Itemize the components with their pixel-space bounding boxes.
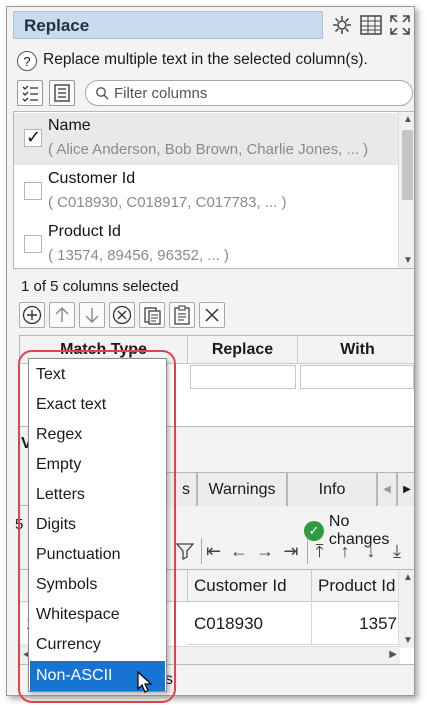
tab-warnings[interactable]: Warnings [197, 472, 287, 506]
tab-warnings-label: Warnings [208, 480, 276, 498]
header-replace[interactable]: Replace [188, 336, 298, 364]
column-item-customer-id[interactable]: Customer Id ( C018930, C018917, C017783,… [14, 166, 398, 218]
scroll-right-icon[interactable]: ▶ [389, 649, 397, 660]
move-up-icon[interactable] [49, 302, 75, 328]
match-type-option[interactable]: Exact text [30, 390, 165, 420]
scroll-up-icon[interactable]: ▲ [403, 572, 413, 583]
remove-icon[interactable] [109, 302, 135, 328]
rules-toolbar [19, 302, 225, 330]
column-sample-values: ( 13574, 89456, 96352, ... ) [48, 247, 229, 264]
row-up-icon[interactable]: ↑ [333, 538, 357, 564]
match-type-option[interactable]: Digits [30, 510, 165, 540]
description-text: Replace multiple text in the selected co… [43, 51, 368, 68]
preview-header-product-id[interactable]: Product Id [312, 570, 400, 602]
copy-icon[interactable] [139, 302, 165, 328]
column-name-label: Customer Id [48, 170, 136, 187]
panel-title: Replace [24, 16, 90, 35]
with-text-cell[interactable] [300, 365, 414, 389]
scroll-down-icon[interactable]: ▼ [403, 255, 413, 266]
match-type-dropdown-list: Text Exact text Regex Empty Letters Digi… [28, 358, 167, 692]
search-icon [96, 87, 109, 100]
match-type-option[interactable]: Currency [30, 630, 165, 660]
column-list: Name ( Alice Anderson, Bob Brown, Charli… [13, 111, 414, 271]
scrollbar-thumb[interactable] [402, 130, 413, 200]
selection-status: 1 of 5 columns selected [21, 278, 179, 295]
next-change-icon[interactable]: → [253, 538, 277, 564]
column-checkbox[interactable] [24, 182, 42, 200]
column-sample-values: ( C018930, C018917, C017783, ... ) [48, 194, 287, 211]
help-icon[interactable]: ? [17, 51, 37, 71]
match-type-option[interactable]: Regex [30, 420, 165, 450]
match-type-option[interactable]: Text [30, 360, 165, 390]
scroll-up-icon[interactable]: ▲ [403, 114, 413, 125]
previous-change-icon[interactable]: ← [227, 538, 251, 564]
preview-cell-product-id: 1357 [312, 603, 400, 645]
replace-text-cell[interactable] [190, 365, 296, 389]
column-checkbox[interactable] [24, 127, 42, 148]
preview-vertical-scrollbar[interactable]: ▲ ▼ [398, 570, 414, 648]
last-change-icon[interactable]: ⇥ [279, 538, 303, 564]
filter-funnel-icon[interactable] [173, 538, 197, 564]
header-with[interactable]: With [298, 336, 414, 364]
column-list-scrollbar[interactable]: ▲ ▼ [398, 112, 414, 268]
match-type-option[interactable]: Empty [30, 450, 165, 480]
column-item-name[interactable]: Name ( Alice Anderson, Bob Brown, Charli… [14, 113, 398, 165]
match-type-option[interactable]: Symbols [30, 570, 165, 600]
tab-info-label: Info [318, 480, 346, 498]
filter-columns-input[interactable] [112, 83, 402, 103]
column-sample-values: ( Alice Anderson, Bob Brown, Charlie Jon… [48, 141, 369, 158]
column-item-product-id[interactable]: Product Id ( 13574, 89456, 96352, ... ) [14, 219, 398, 271]
column-name-label: Name [48, 117, 91, 134]
settings-gear-icon[interactable] [329, 12, 355, 38]
add-icon[interactable] [19, 302, 45, 328]
expand-icon[interactable] [387, 12, 413, 38]
table-view-icon[interactable] [358, 12, 384, 38]
column-checkbox[interactable] [24, 235, 42, 253]
tab-scroll-right-icon[interactable]: ▶ [397, 472, 414, 506]
tab-partial-label: s [182, 480, 190, 498]
scroll-down-icon[interactable]: ▼ [403, 635, 413, 646]
bottom-row-icon[interactable]: ⤓ [385, 538, 409, 564]
match-type-option[interactable]: Letters [30, 480, 165, 510]
filter-columns-field[interactable] [85, 80, 413, 106]
paste-icon[interactable] [169, 302, 195, 328]
preview-navigation-toolbar: ⇤ ← → ⇥ ⤒ ↑ ↓ ⤓ [173, 538, 409, 564]
tab-scroll-left-icon[interactable]: ◀ [377, 472, 397, 506]
preview-cell-customer-id: C018930 [188, 603, 312, 645]
match-type-option[interactable]: Punctuation [30, 540, 165, 570]
list-view-icon[interactable] [49, 80, 75, 106]
preview-header-customer-id[interactable]: Customer Id [188, 570, 312, 602]
clear-icon[interactable] [199, 302, 225, 328]
top-row-icon[interactable]: ⤒ [307, 538, 331, 564]
column-name-label: Product Id [48, 223, 121, 240]
select-all-checklist-icon[interactable] [17, 80, 43, 106]
tab-info[interactable]: Info [287, 472, 377, 506]
match-type-option[interactable]: Whitespace [30, 600, 165, 630]
first-change-icon[interactable]: ⇤ [201, 538, 225, 564]
panel-title-bar: Replace [13, 11, 323, 39]
row-down-icon[interactable]: ↓ [359, 538, 383, 564]
fragment-five: 5 [15, 516, 24, 533]
mouse-cursor-icon [137, 671, 153, 693]
move-down-icon[interactable] [79, 302, 105, 328]
